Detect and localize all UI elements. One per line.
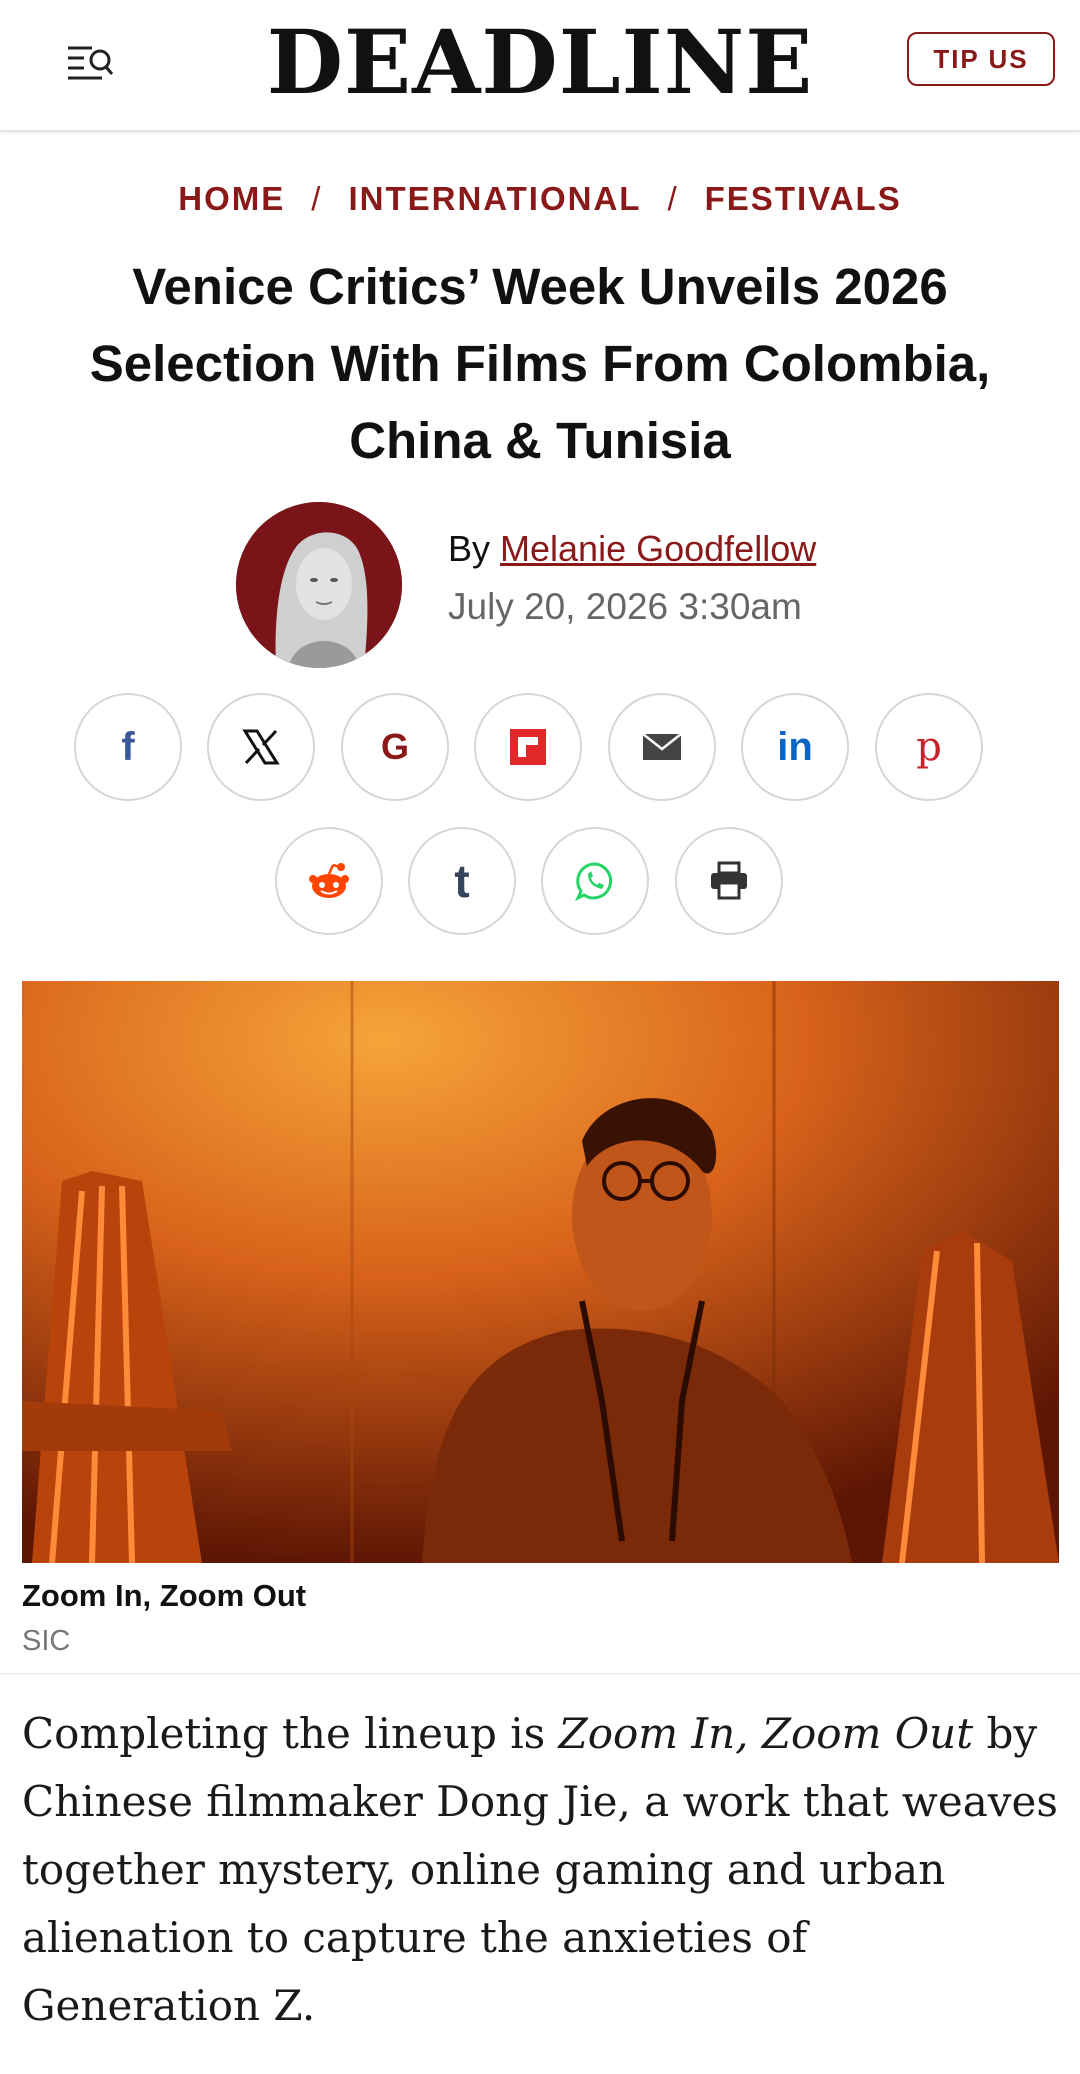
share-pinterest-button[interactable]: p: [875, 693, 983, 801]
linkedin-icon: in: [777, 724, 813, 769]
film-title: Zoom In, Zoom Out: [558, 1709, 974, 1758]
tip-us-button[interactable]: TIP US: [907, 32, 1055, 86]
author-avatar[interactable]: [236, 502, 402, 668]
facebook-icon: f: [121, 724, 135, 769]
reddit-icon: [309, 863, 349, 898]
flipboard-icon: [510, 729, 546, 765]
whatsapp-icon: [575, 862, 613, 902]
share-email-button[interactable]: [608, 693, 716, 801]
byline-prefix: By: [448, 528, 491, 569]
email-icon: [642, 733, 682, 760]
hero-image[interactable]: [22, 981, 1059, 1563]
share-whatsapp-button[interactable]: [541, 827, 649, 935]
breadcrumb: HOME / INTERNATIONAL / FESTIVALS: [0, 180, 1080, 218]
share-tumblr-button[interactable]: t: [408, 827, 516, 935]
site-header: DEADLINE TIP US: [0, 0, 1080, 132]
article-headline: Venice Critics’ Week Unveils 2026 Select…: [89, 258, 991, 469]
divider: [0, 1673, 1080, 1675]
image-caption-credit: SIC: [22, 1625, 71, 1657]
print-icon: [711, 861, 747, 900]
article-paragraph: Completing the lineup is Zoom In, Zoom O…: [22, 1700, 1058, 2040]
breadcrumb-international[interactable]: INTERNATIONAL: [348, 180, 641, 217]
share-google-button[interactable]: G: [341, 693, 449, 801]
google-icon: G: [380, 726, 409, 767]
byline: By Melanie Goodfellow: [448, 528, 816, 570]
share-x-button[interactable]: [207, 693, 315, 801]
breadcrumb-separator: /: [311, 180, 323, 217]
breadcrumb-festivals[interactable]: FESTIVALS: [705, 180, 902, 217]
breadcrumb-separator: /: [667, 180, 679, 217]
author-link[interactable]: Melanie Goodfellow: [500, 528, 816, 569]
share-flipboard-button[interactable]: [474, 693, 582, 801]
tumblr-icon: t: [454, 855, 470, 907]
share-reddit-button[interactable]: [275, 827, 383, 935]
x-icon: [242, 729, 280, 765]
publish-date: July 20, 2026 3:30am: [448, 586, 802, 627]
share-facebook-button[interactable]: f: [74, 693, 182, 801]
pinterest-icon: p: [916, 724, 942, 770]
breadcrumb-home[interactable]: HOME: [178, 180, 285, 217]
image-caption-title: Zoom In, Zoom Out: [22, 1578, 307, 1613]
paragraph-text: Completing the lineup is: [22, 1709, 559, 1758]
share-linkedin-button[interactable]: in: [741, 693, 849, 801]
share-print-button[interactable]: [675, 827, 783, 935]
